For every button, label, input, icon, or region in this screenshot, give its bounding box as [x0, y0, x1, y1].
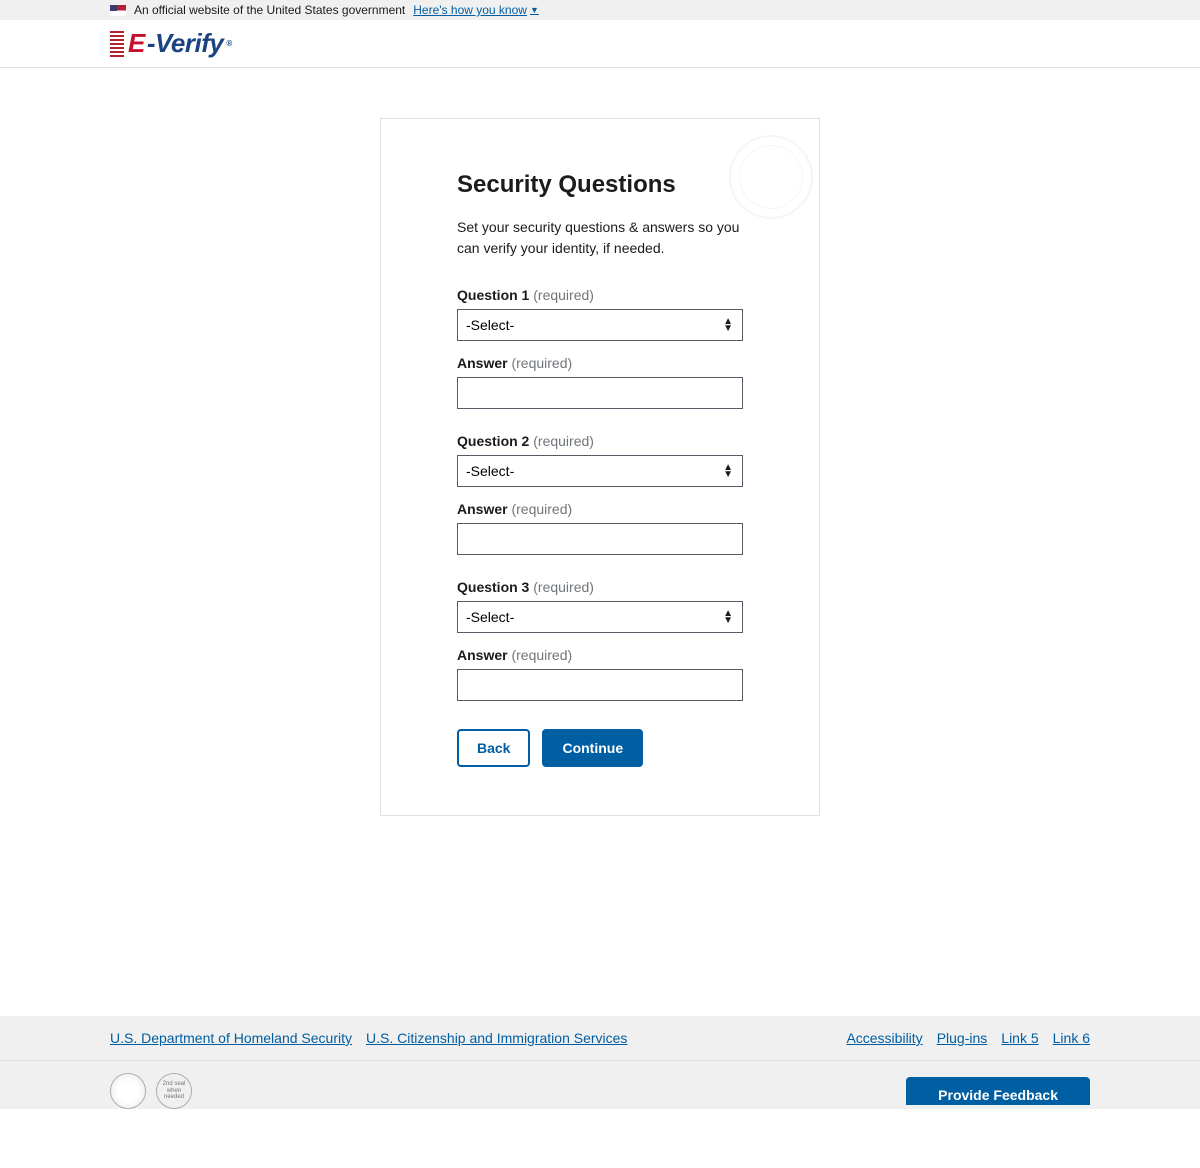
how-you-know-link[interactable]: Here's how you know ▼ [413, 3, 539, 17]
footer-link-plugins[interactable]: Plug-ins [937, 1030, 988, 1046]
question-2-label: Question 2 (required) [457, 433, 743, 449]
question-1-label: Question 1 (required) [457, 287, 743, 303]
answer-3-label: Answer (required) [457, 647, 743, 663]
chevron-down-icon: ▼ [530, 5, 539, 15]
question-2-select[interactable]: -Select- [457, 455, 743, 487]
header: E-Verify® [0, 20, 1200, 68]
page-description: Set your security questions & answers so… [457, 217, 743, 259]
gov-banner: An official website of the United States… [0, 0, 1200, 20]
back-button[interactable]: Back [457, 729, 530, 767]
question-3-group: Question 3 (required) -Select- ▲▼ Answer… [457, 579, 743, 701]
question-1-group: Question 1 (required) -Select- ▲▼ Answer… [457, 287, 743, 409]
answer-3-input[interactable] [457, 669, 743, 701]
question-3-select[interactable]: -Select- [457, 601, 743, 633]
footer-link-5[interactable]: Link 5 [1001, 1030, 1038, 1046]
footer-seals: 2nd seal when needed [110, 1073, 192, 1109]
us-flag-icon [110, 5, 126, 16]
footer-link-uscis[interactable]: U.S. Citizenship and Immigration Service… [366, 1030, 627, 1046]
main-content: Security Questions Set your security que… [0, 68, 1200, 1016]
continue-button[interactable]: Continue [542, 729, 643, 767]
question-3-label: Question 3 (required) [457, 579, 743, 595]
footer-bottom: 2nd seal when needed Provide Feedback [0, 1061, 1200, 1109]
answer-2-input[interactable] [457, 523, 743, 555]
everify-logo[interactable]: E-Verify® [110, 28, 232, 59]
security-questions-card: Security Questions Set your security que… [380, 118, 820, 816]
logo-flag-icon [110, 31, 124, 57]
provide-feedback-button[interactable]: Provide Feedback [906, 1077, 1090, 1106]
gov-banner-text: An official website of the United States… [134, 3, 405, 17]
question-1-select[interactable]: -Select- [457, 309, 743, 341]
footer-link-accessibility[interactable]: Accessibility [846, 1030, 922, 1046]
answer-1-label: Answer (required) [457, 355, 743, 371]
button-row: Back Continue [457, 729, 743, 767]
answer-1-input[interactable] [457, 377, 743, 409]
dhs-seal-watermark-icon [729, 135, 813, 219]
page-title: Security Questions [457, 171, 743, 199]
footer-link-dhs[interactable]: U.S. Department of Homeland Security [110, 1030, 352, 1046]
footer-link-6[interactable]: Link 6 [1053, 1030, 1090, 1046]
dhs-seal-icon [110, 1073, 146, 1109]
secondary-seal-icon: 2nd seal when needed [156, 1073, 192, 1109]
answer-2-label: Answer (required) [457, 501, 743, 517]
question-2-group: Question 2 (required) -Select- ▲▼ Answer… [457, 433, 743, 555]
footer-links: U.S. Department of Homeland Security U.S… [0, 1016, 1200, 1061]
